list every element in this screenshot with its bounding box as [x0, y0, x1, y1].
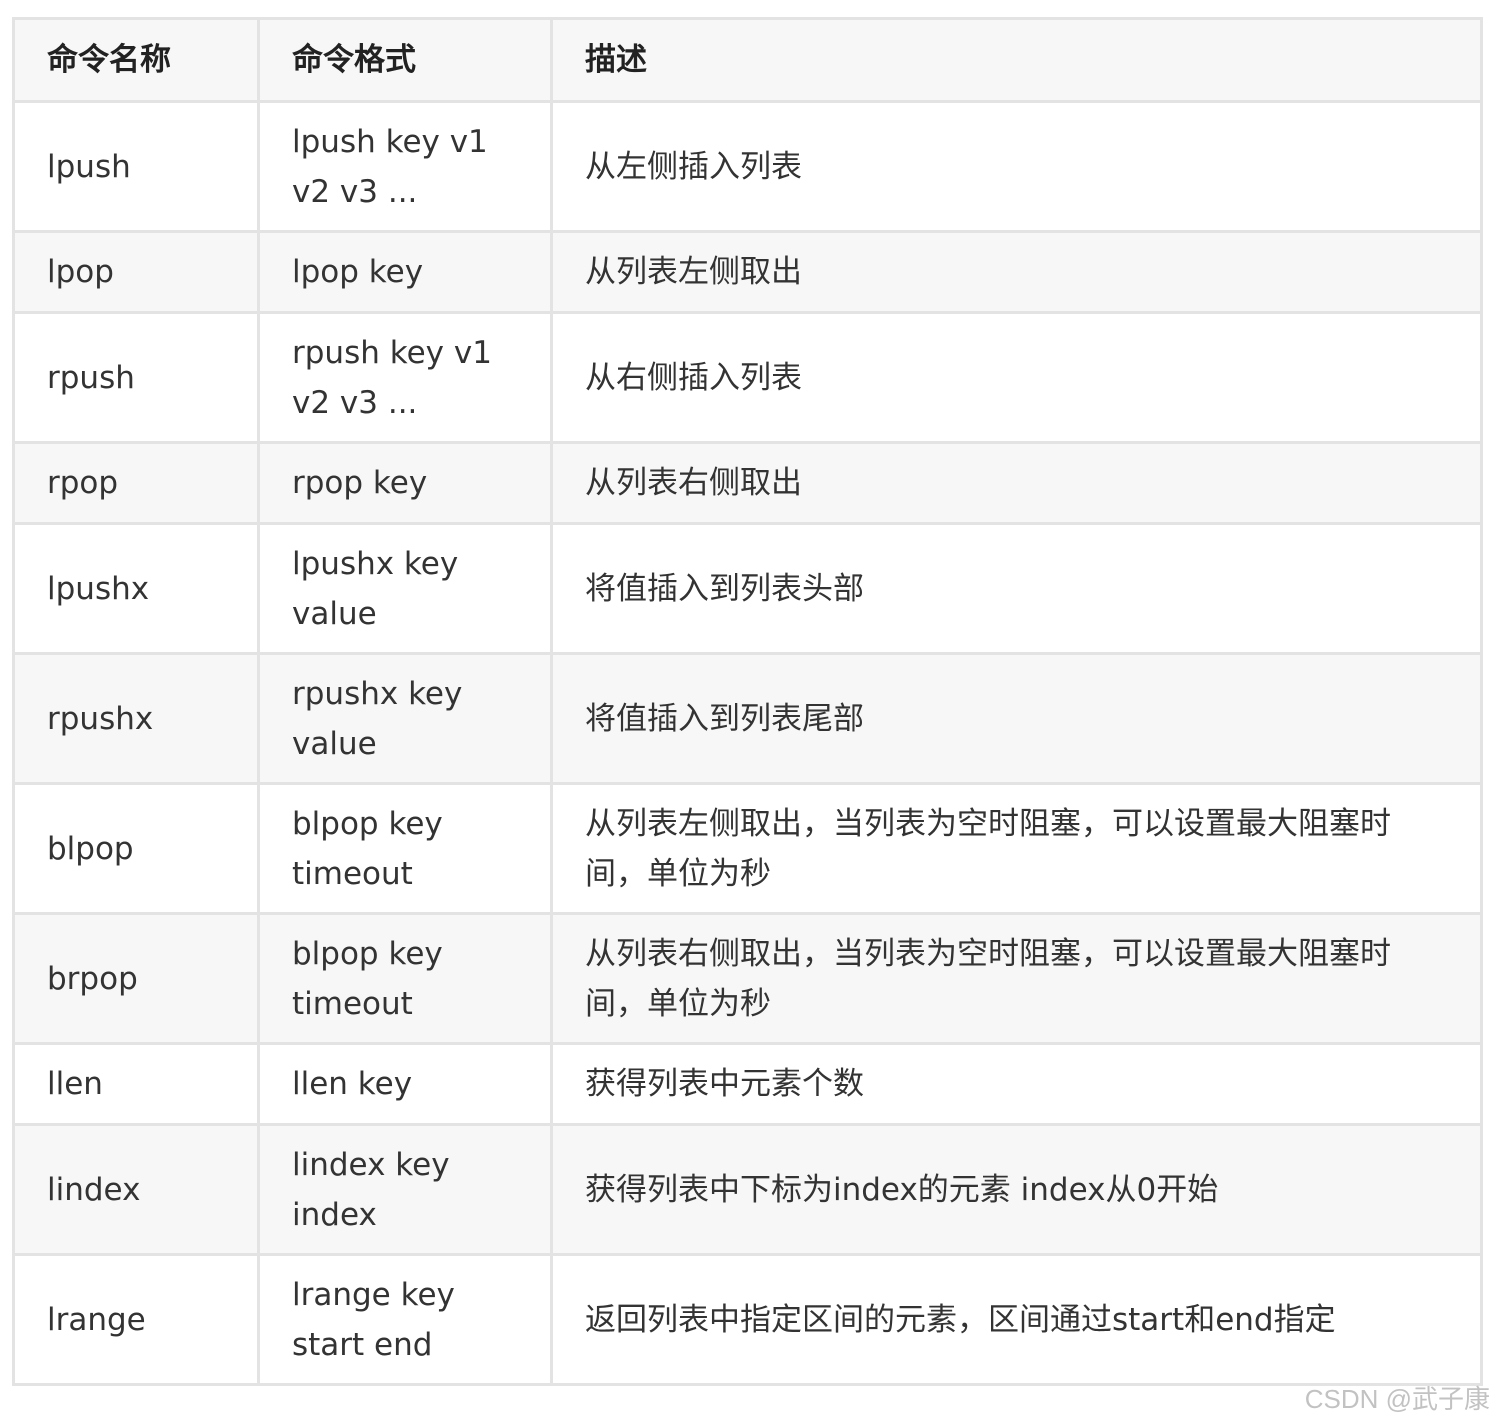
description-line: 将值插入到列表头部 [585, 570, 864, 607]
command-name-cell: rpop [12, 441, 260, 525]
header-row: 命令名称 命令格式 描述 [12, 17, 1483, 103]
table-row: brpop blpop key timeout 从列表右侧取出，当列表为空时阻塞，… [12, 912, 1483, 1045]
format-line: v2 v3 ... [292, 384, 418, 421]
table-row: lpop lpop key 从列表左侧取出 [12, 230, 1483, 314]
header-description: 描述 [550, 17, 1483, 103]
table-row: lrange lrange key start end 返回列表中指定区间的元素，… [12, 1253, 1483, 1386]
description-cell: 从列表左侧取出 [550, 230, 1483, 314]
command-format-cell: lpop key [257, 230, 553, 314]
description-line: 间，单位为秒 [585, 855, 771, 892]
format-line: lpush key v1 [292, 123, 488, 160]
description-line: 从列表左侧取出 [585, 254, 802, 290]
header-command-format: 命令格式 [257, 17, 553, 103]
description-line: 间，单位为秒 [585, 985, 771, 1022]
table-row: lpush lpush key v1 v2 v3 ... 从左侧插入列表 [12, 100, 1483, 233]
command-format-cell: lindex key index [257, 1123, 553, 1256]
table-row: lindex lindex key index 获得列表中下标为index的元素 … [12, 1123, 1483, 1256]
format-line: rpop key [292, 465, 428, 501]
table-row: rpushx rpushx key value 将值插入到列表尾部 [12, 652, 1483, 785]
table-row: llen llen key 获得列表中元素个数 [12, 1042, 1483, 1126]
command-name-cell: lpushx [12, 522, 260, 655]
command-name-cell: lindex [12, 1123, 260, 1256]
command-name-cell: lpop [12, 230, 260, 314]
format-line: index [292, 1196, 377, 1233]
format-line: lpushx key [292, 545, 459, 582]
description-line: 从列表右侧取出 [585, 465, 802, 501]
format-line: start end [292, 1326, 433, 1363]
command-name-cell: llen [12, 1042, 260, 1126]
description-line: 从列表左侧取出，当列表为空时阻塞，可以设置最大阻塞时 [585, 805, 1391, 842]
description-cell: 获得列表中元素个数 [550, 1042, 1483, 1126]
header-command-name: 命令名称 [12, 17, 260, 103]
table-row: blpop blpop key timeout 从列表左侧取出，当列表为空时阻塞，… [12, 782, 1483, 915]
description-cell: 从列表右侧取出，当列表为空时阻塞，可以设置最大阻塞时 间，单位为秒 [550, 912, 1483, 1045]
table-row: rpush rpush key v1 v2 v3 ... 从右侧插入列表 [12, 311, 1483, 444]
description-cell: 将值插入到列表头部 [550, 522, 1483, 655]
command-name-cell: blpop [12, 782, 260, 915]
command-format-cell: rpop key [257, 441, 553, 525]
format-line: timeout [292, 985, 413, 1022]
description-cell: 将值插入到列表尾部 [550, 652, 1483, 785]
command-format-cell: blpop key timeout [257, 782, 553, 915]
description-cell: 从列表右侧取出 [550, 441, 1483, 525]
command-name-cell: lpush [12, 100, 260, 233]
command-format-cell: lpush key v1 v2 v3 ... [257, 100, 553, 233]
format-line: lpop key [292, 254, 424, 290]
redis-list-commands-table: 命令名称 命令格式 描述 lpush lpush key v1 v2 v3 ...… [12, 17, 1483, 1386]
command-name-cell: brpop [12, 912, 260, 1045]
description-line: 获得列表中元素个数 [585, 1066, 864, 1102]
table-row: lpushx lpushx key value 将值插入到列表头部 [12, 522, 1483, 655]
table-body: lpush lpush key v1 v2 v3 ... 从左侧插入列表 lpop… [12, 100, 1483, 1386]
format-line: blpop key [292, 935, 443, 972]
command-format-cell: rpushx key value [257, 652, 553, 785]
csdn-watermark: CSDN @武子康 [1304, 1384, 1490, 1414]
description-line: 获得列表中下标为index的元素 index从0开始 [585, 1171, 1219, 1208]
format-line: llen key [292, 1066, 413, 1102]
description-line: 从左侧插入列表 [585, 148, 802, 185]
format-line: lrange key [292, 1276, 455, 1313]
description-cell: 从列表左侧取出，当列表为空时阻塞，可以设置最大阻塞时 间，单位为秒 [550, 782, 1483, 915]
command-name-cell: rpushx [12, 652, 260, 785]
format-line: lindex key [292, 1146, 450, 1183]
format-line: blpop key [292, 805, 443, 842]
description-line: 将值插入到列表尾部 [585, 700, 864, 737]
format-line: timeout [292, 855, 413, 892]
format-line: v2 v3 ... [292, 173, 418, 210]
command-format-cell: blpop key timeout [257, 912, 553, 1045]
table-row: rpop rpop key 从列表右侧取出 [12, 441, 1483, 525]
command-format-cell: lrange key start end [257, 1253, 553, 1386]
description-cell: 返回列表中指定区间的元素，区间通过start和end指定 [550, 1253, 1483, 1386]
command-format-cell: llen key [257, 1042, 553, 1126]
description-line: 从右侧插入列表 [585, 359, 802, 396]
format-line: value [292, 595, 377, 632]
format-line: rpush key v1 [292, 334, 492, 371]
description-cell: 从左侧插入列表 [550, 100, 1483, 233]
description-line: 从列表右侧取出，当列表为空时阻塞，可以设置最大阻塞时 [585, 935, 1391, 972]
command-name-cell: rpush [12, 311, 260, 444]
description-line: 返回列表中指定区间的元素，区间通过start和end指定 [585, 1301, 1336, 1338]
description-cell: 获得列表中下标为index的元素 index从0开始 [550, 1123, 1483, 1256]
table-header: 命令名称 命令格式 描述 [12, 17, 1483, 103]
command-name-cell: lrange [12, 1253, 260, 1386]
command-format-cell: rpush key v1 v2 v3 ... [257, 311, 553, 444]
command-format-cell: lpushx key value [257, 522, 553, 655]
format-line: value [292, 725, 377, 762]
format-line: rpushx key [292, 675, 463, 712]
description-cell: 从右侧插入列表 [550, 311, 1483, 444]
